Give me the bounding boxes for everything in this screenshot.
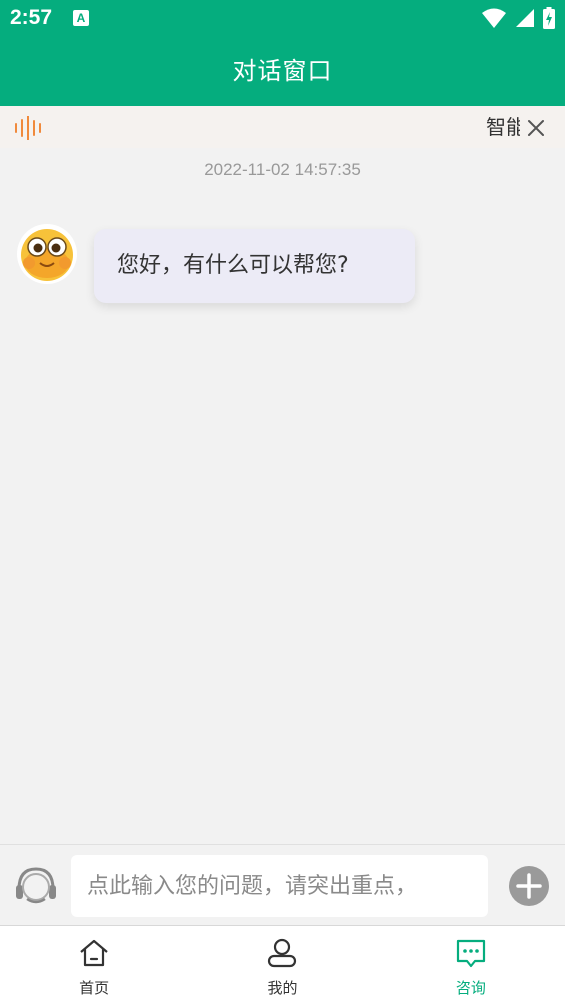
- bot-avatar: [17, 224, 77, 284]
- status-bar: 2:57 A: [0, 0, 565, 36]
- close-icon[interactable]: [527, 119, 545, 137]
- message-input[interactable]: [71, 855, 488, 917]
- notice-text: 智能: [486, 115, 520, 139]
- sound-wave-icon: [15, 116, 41, 140]
- status-time: 2:57: [10, 6, 53, 29]
- wifi-icon: [482, 8, 506, 28]
- headset-icon[interactable]: [15, 867, 57, 905]
- chat-bubble: 您好，有什么可以帮您?: [94, 229, 415, 303]
- tab-mine[interactable]: 我的: [188, 926, 376, 1004]
- signal-icon: [516, 9, 534, 27]
- home-icon: [80, 939, 108, 967]
- user-icon: [268, 938, 297, 968]
- tab-home[interactable]: 首页: [0, 926, 188, 1004]
- notice-marquee: 智能: [486, 106, 520, 148]
- bottom-tab-bar: 首页 我的 咨询: [0, 925, 565, 1004]
- chat-icon: [456, 939, 485, 968]
- page-title: 对话窗口: [232, 57, 333, 85]
- input-area: [0, 844, 565, 925]
- battery-icon: [543, 7, 555, 29]
- status-icons: [481, 7, 555, 29]
- tab-label: 咨询: [455, 979, 486, 997]
- title-bar: 对话窗口: [0, 36, 565, 106]
- message-text: 您好，有什么可以帮您?: [117, 253, 349, 278]
- notice-bar: 智能: [0, 106, 565, 148]
- add-icon[interactable]: [508, 865, 550, 907]
- tab-label: 首页: [79, 979, 110, 997]
- message-timestamp: 2022-11-02 14:57:35: [204, 160, 361, 179]
- tab-label: 我的: [267, 979, 298, 997]
- tab-consult[interactable]: 咨询: [377, 926, 565, 1004]
- notification-icon: A: [73, 10, 89, 26]
